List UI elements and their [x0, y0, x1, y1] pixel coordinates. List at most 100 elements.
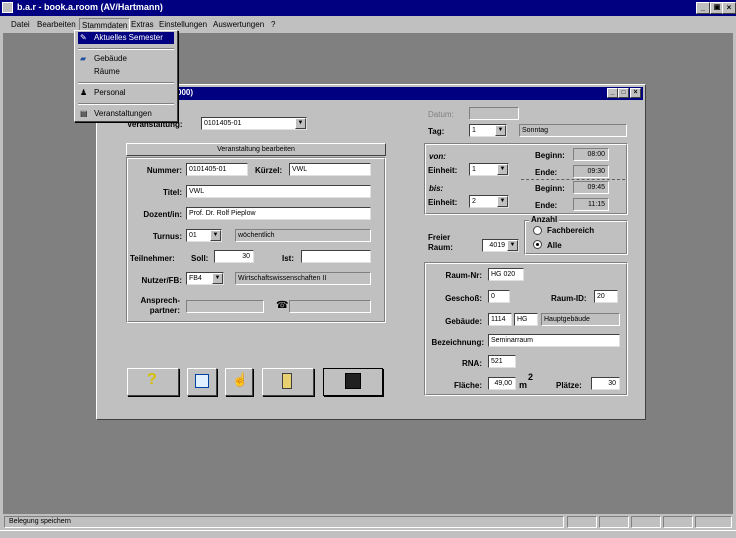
ist-field[interactable] [301, 250, 371, 263]
veranstaltung-bearbeiten-button[interactable]: Veranstaltung bearbeiten [126, 143, 386, 156]
menu-item-veranstaltungen[interactable]: ▤ Veranstaltungen [78, 108, 174, 120]
taskbar [0, 530, 736, 538]
chevron-down-icon[interactable]: ▼ [497, 164, 508, 175]
help-button[interactable]: ? [127, 368, 179, 396]
close-button[interactable]: × [722, 2, 736, 14]
list-icon [195, 374, 209, 388]
question-icon: ? [147, 371, 157, 388]
raumid-label: Raum-ID: [551, 294, 587, 303]
ansprech-field [186, 300, 264, 313]
app-titlebar: b.a.r - book.a.room (AV/Hartmann) _ ▣ × [0, 0, 736, 16]
menu-item-personal[interactable]: ♟ Personal [78, 87, 174, 99]
gebaeude-label: Gebäude: [445, 317, 482, 326]
plaetze-field[interactable]: 30 [591, 377, 620, 390]
door-exit-icon [282, 373, 292, 389]
select-button[interactable]: ☝ [225, 368, 253, 396]
child-titlebar: 000) _ □ × [99, 87, 643, 100]
child-close-button[interactable]: × [630, 88, 641, 98]
status-panel-1 [567, 516, 597, 528]
stammdaten-dropdown: ✎ Aktuelles Semester ▰ Gebäude Räume ♟ P… [74, 30, 178, 122]
telephone-icon: ☎ [276, 300, 289, 311]
titel-label: Titel: [163, 188, 182, 197]
geschoss-field[interactable]: 0 [488, 290, 510, 303]
kuerzel-label: Kürzel: [255, 166, 283, 175]
menu-bearbeiten[interactable]: Bearbeiten [37, 17, 76, 33]
child-minimize-button[interactable]: _ [607, 88, 618, 98]
raumnr-field[interactable]: HG 020 [488, 268, 524, 281]
kuerzel-field[interactable]: VWL [289, 163, 371, 176]
bezeichnung-field[interactable]: Seminarraum [488, 334, 620, 347]
menu-item-gebaeude[interactable]: ▰ Gebäude [78, 53, 174, 65]
person-icon: ♟ [80, 88, 88, 97]
bis-label: bis: [429, 184, 444, 193]
tag-label: Tag: [428, 127, 445, 136]
von-einheit-select[interactable]: 1 ▼ [469, 163, 509, 176]
chevron-down-icon[interactable]: ▼ [295, 118, 306, 129]
chevron-down-icon[interactable]: ▼ [212, 273, 223, 284]
freier-raum-select[interactable]: 4019 ▼ [482, 239, 519, 252]
von-beginn-label: Beginn: [535, 151, 565, 160]
menu-item-aktuelles-semester[interactable]: ✎ Aktuelles Semester [78, 32, 174, 44]
app-title: b.a.r - book.a.room (AV/Hartmann) [17, 2, 163, 12]
child-maximize-button[interactable]: □ [618, 88, 629, 98]
plaetze-label: Plätze: [556, 381, 582, 390]
menu-item-raeume[interactable]: Räume [78, 66, 174, 78]
tag-select[interactable]: 1 ▼ [469, 124, 507, 137]
nummer-field[interactable]: 0101405-01 [186, 163, 248, 176]
von-ende-label: Ende: [535, 168, 558, 177]
dozent-field[interactable]: Prof. Dr. Rolf Pieplow [186, 207, 371, 220]
chevron-down-icon[interactable]: ▼ [497, 196, 508, 207]
app-icon [2, 2, 13, 13]
building-icon: ▰ [80, 54, 87, 63]
flaeche-unit: m [519, 380, 528, 390]
statusbar: Belegung speichern [0, 515, 736, 529]
chevron-down-icon[interactable]: ▼ [507, 240, 518, 251]
status-panel-3 [631, 516, 661, 528]
titel-field[interactable]: VWL [186, 185, 371, 198]
radio-fachbereich[interactable] [533, 226, 542, 235]
exit-button[interactable] [262, 368, 314, 396]
menu-auswertungen[interactable]: Auswertungen [213, 17, 264, 33]
flaeche-field[interactable]: 49,00 [488, 377, 516, 390]
chevron-down-icon[interactable]: ▼ [210, 230, 221, 241]
nutzer-select[interactable]: FB4 ▼ [186, 272, 224, 285]
rna-field[interactable]: 521 [488, 355, 516, 368]
radio-fachbereich-label: Fachbereich [547, 226, 595, 235]
raum-details-group [424, 262, 628, 396]
chevron-down-icon[interactable]: ▼ [495, 125, 506, 136]
veranstaltung-select[interactable]: 0101405-01 ▼ [201, 117, 307, 130]
soll-label: Soll: [191, 254, 209, 263]
ansprech-label-2: partner: [149, 306, 180, 315]
minimize-button[interactable]: _ [696, 2, 710, 14]
menu-help[interactable]: ? [271, 17, 275, 33]
bis-beginn-field: 09:45 [573, 181, 609, 194]
geschoss-label: Geschoß: [445, 294, 482, 303]
raumid-field[interactable]: 20 [594, 290, 618, 303]
soll-field[interactable]: 30 [214, 250, 254, 263]
floppy-disk-icon [345, 373, 361, 389]
dozent-label: Dozent/in: [143, 210, 182, 219]
von-beginn-field: 08:00 [573, 148, 609, 161]
bis-ende-field: 11:15 [573, 198, 609, 211]
bis-ende-label: Ende: [535, 201, 558, 210]
tag-text: Sonntag [519, 124, 627, 137]
ist-label: Ist: [282, 254, 294, 263]
menu-datei[interactable]: Datei [11, 17, 30, 33]
menu-separator [78, 103, 174, 105]
list-button[interactable] [187, 368, 217, 396]
von-label: von: [429, 152, 446, 161]
turnus-select[interactable]: 01 ▼ [186, 229, 222, 242]
status-panel-2 [599, 516, 629, 528]
bis-einheit-select[interactable]: 2 ▼ [469, 195, 509, 208]
von-einheit-label: Einheit: [428, 166, 458, 175]
phone-field [289, 300, 371, 313]
calendar-icon: ✎ [80, 33, 87, 42]
gebaeude-code-field[interactable]: HG [514, 313, 538, 326]
radio-alle[interactable] [533, 240, 542, 249]
von-ende-field: 09:30 [573, 165, 609, 178]
gebaeude-nr-field[interactable]: 1114 [488, 313, 512, 326]
save-button[interactable] [323, 368, 383, 396]
status-text: Belegung speichern [4, 516, 564, 528]
flaeche-unit-sup: 2 [528, 372, 534, 382]
child-title: 000) [177, 88, 194, 97]
